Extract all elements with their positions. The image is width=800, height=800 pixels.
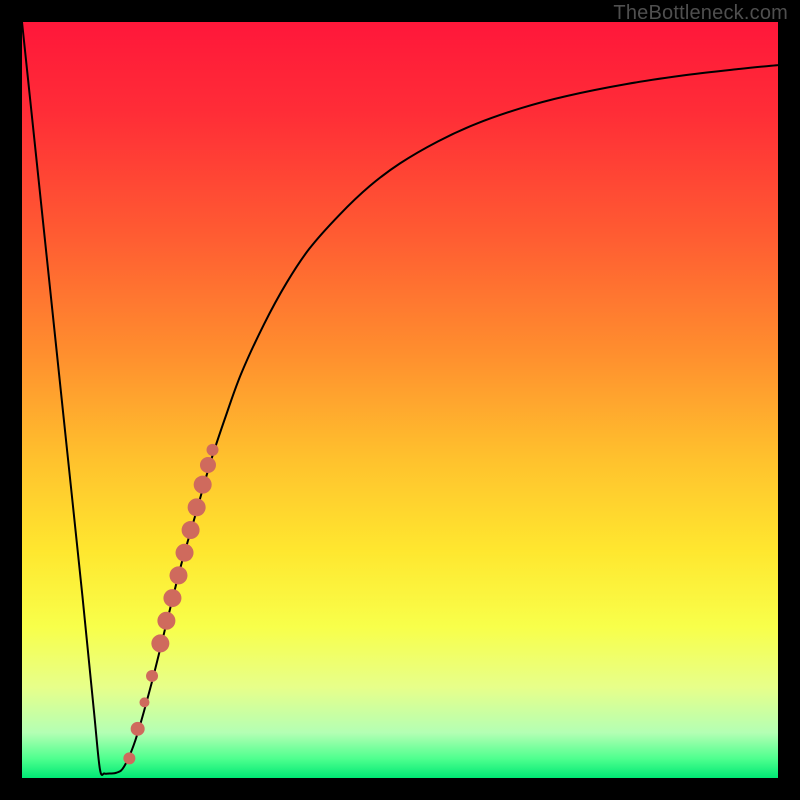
data-marker [157, 612, 175, 630]
data-marker [169, 566, 187, 584]
data-marker [194, 476, 212, 494]
gradient-background [22, 22, 778, 778]
data-marker [123, 752, 135, 764]
chart-svg [22, 22, 778, 778]
data-marker [200, 457, 216, 473]
data-marker [151, 634, 169, 652]
data-marker [163, 589, 181, 607]
data-marker [146, 670, 158, 682]
data-marker [182, 521, 200, 539]
data-marker [139, 697, 149, 707]
chart-frame: TheBottleneck.com [0, 0, 800, 800]
data-marker [176, 544, 194, 562]
data-marker [131, 722, 145, 736]
data-marker [188, 498, 206, 516]
plot-area [22, 22, 778, 778]
data-marker [207, 444, 219, 456]
